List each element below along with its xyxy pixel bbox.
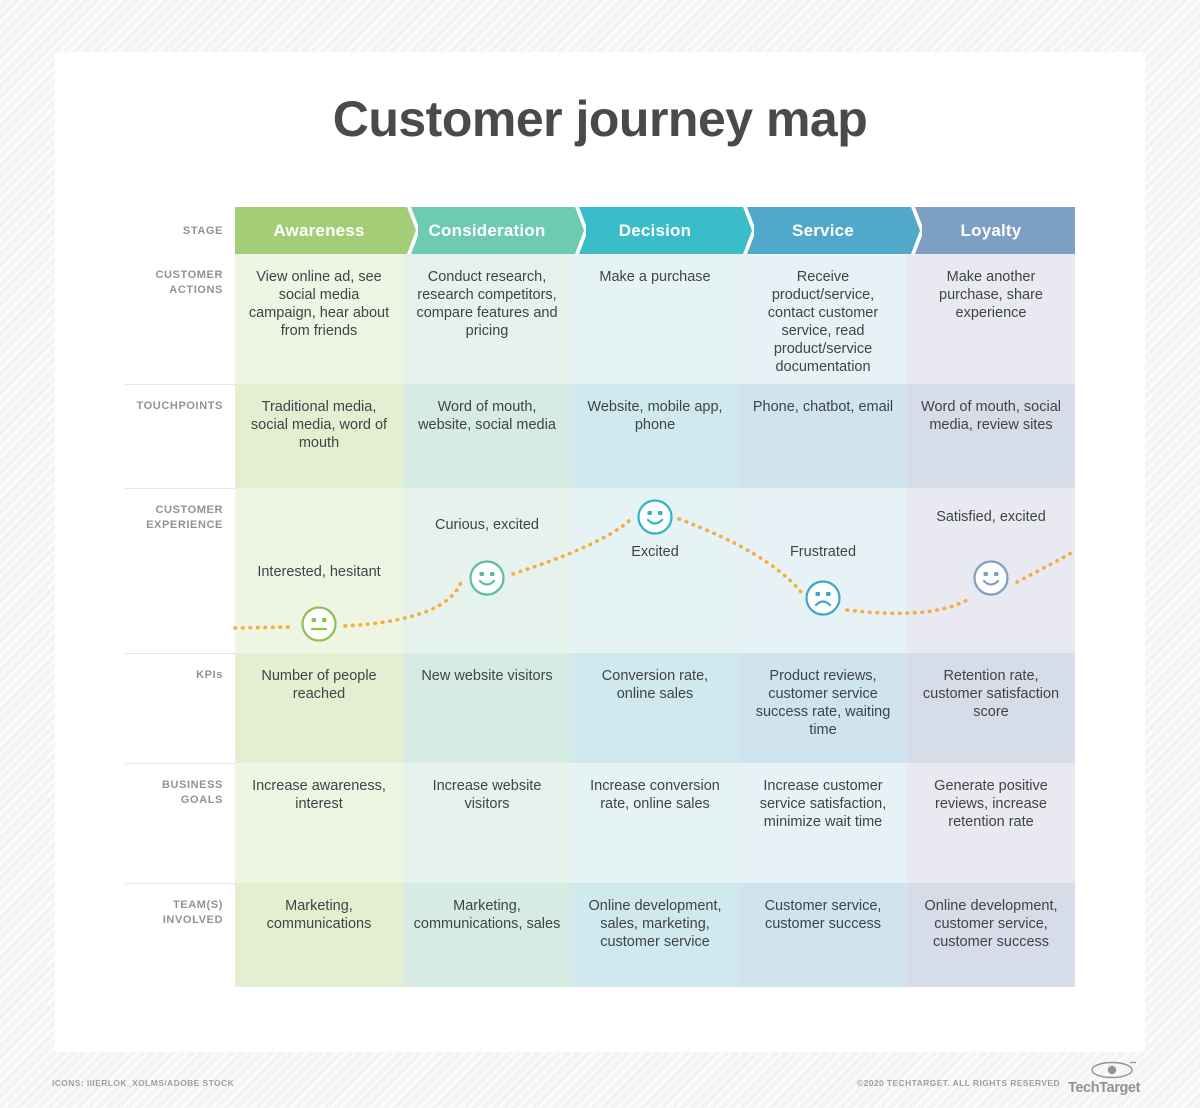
cell-r4-c4: Generate positive reviews, increase rete…	[907, 763, 1075, 883]
stage-header-label: Consideration	[428, 220, 546, 240]
cell-r5-c1: Marketing, communications, sales	[403, 883, 571, 987]
cell-r4-c0: Increase awareness, interest	[235, 763, 403, 883]
cell-r1-c0: Traditional media, social media, word of…	[235, 384, 403, 488]
cell-r2-c3	[739, 488, 907, 653]
cell-r0-c4: Make another purchase, share experience	[907, 254, 1075, 384]
icon-credit: ICONS: IIIERLOK_XOLMS/ADOBE STOCK	[52, 1078, 235, 1088]
cell-r2-c1	[403, 488, 571, 653]
stage-header-label: Service	[792, 220, 854, 240]
page-title: Customer journey map	[332, 91, 868, 147]
cell-r4-c3: Increase customer service satisfaction, …	[739, 763, 907, 883]
stage-header-consideration[interactable]: Consideration	[401, 207, 588, 254]
cell-r4-c1: Increase website visitors	[403, 763, 571, 883]
cell-r0-c2: Make a purchase	[571, 254, 739, 384]
cell-r3-c4: Retention rate, customer satisfaction sc…	[907, 653, 1075, 763]
stage-row-label: STAGE	[182, 224, 223, 237]
row-label-customer-actions: CUSTOMER ACTIONS	[155, 269, 223, 296]
cell-r3-c1: New website visitors	[403, 653, 571, 763]
stage-header-loyalty[interactable]: Loyalty	[905, 207, 1075, 254]
cell-r0-c0: View online ad, see social media campaig…	[235, 254, 403, 384]
copyright-notice: ©2020 TECHTARGET. ALL RIGHTS RESERVED	[856, 1078, 1060, 1088]
cell-r1-c1: Word of mouth, website, social media	[403, 384, 571, 488]
cell-r4-c2: Increase conversion rate, online sales	[571, 763, 739, 883]
cell-r0-c3: Receive product/service, contact custome…	[739, 254, 907, 384]
chevron-notch-icon	[737, 207, 753, 254]
cell-r1-c3: Phone, chatbot, email	[739, 384, 907, 488]
cell-r3-c0: Number of people reached	[235, 653, 403, 763]
cell-r5-c0: Marketing, communications	[235, 883, 403, 987]
row-label-touchpoints: TOUCHPOINTS	[125, 384, 235, 488]
techtarget-wordmark: TechTarget	[1068, 1080, 1141, 1096]
techtarget-logo: TechTarget	[1068, 1061, 1152, 1096]
chevron-notch-icon	[569, 207, 585, 254]
eye-icon	[1091, 1061, 1136, 1079]
stage-header-decision[interactable]: Decision	[569, 207, 756, 254]
cell-r2-c4	[907, 488, 1075, 653]
chevron-notch-icon	[905, 207, 921, 254]
content-card: Customer journey map STAGE Awareness Consi…	[55, 52, 1145, 1052]
cell-r1-c4: Word of mouth, social media, review site…	[907, 384, 1075, 488]
cell-r2-c0	[235, 488, 403, 653]
cell-r5-c4: Online development, customer service, cu…	[907, 883, 1075, 987]
cell-r0-c1: Conduct research, research competitors, …	[403, 254, 571, 384]
cell-r1-c2: Website, mobile app, phone	[571, 384, 739, 488]
journey-map: STAGE Awareness Consideration Decision Servi…	[125, 207, 1075, 987]
journey-grid: STAGE Awareness Consideration Decision Servi…	[125, 207, 1075, 987]
stage-header-service[interactable]: Service	[737, 207, 924, 254]
chevron-notch-icon	[401, 207, 417, 254]
row-label-customer-experience: CUSTOMER EXPERIENCE	[125, 488, 235, 653]
stage-header-label: Awareness	[273, 220, 365, 240]
cell-r3-c2: Conversion rate, online sales	[571, 653, 739, 763]
stage-header-label: Decision	[618, 220, 692, 240]
cell-r2-c2	[571, 488, 739, 653]
stage-header-awareness[interactable]: Awareness	[235, 207, 420, 254]
row-label-team-s-involved: TEAM(S) INVOLVED	[125, 883, 235, 987]
cell-r3-c3: Product reviews, customer service succes…	[739, 653, 907, 763]
stage-header-label: Loyalty	[960, 220, 1022, 240]
cell-r5-c2: Online development, sales, marketing, cu…	[571, 883, 739, 987]
row-label-kpis: KPIs	[125, 653, 235, 763]
row-label-business-goals: BUSINESS GOALS	[125, 763, 235, 883]
cell-r5-c3: Customer service, customer success	[739, 883, 907, 987]
